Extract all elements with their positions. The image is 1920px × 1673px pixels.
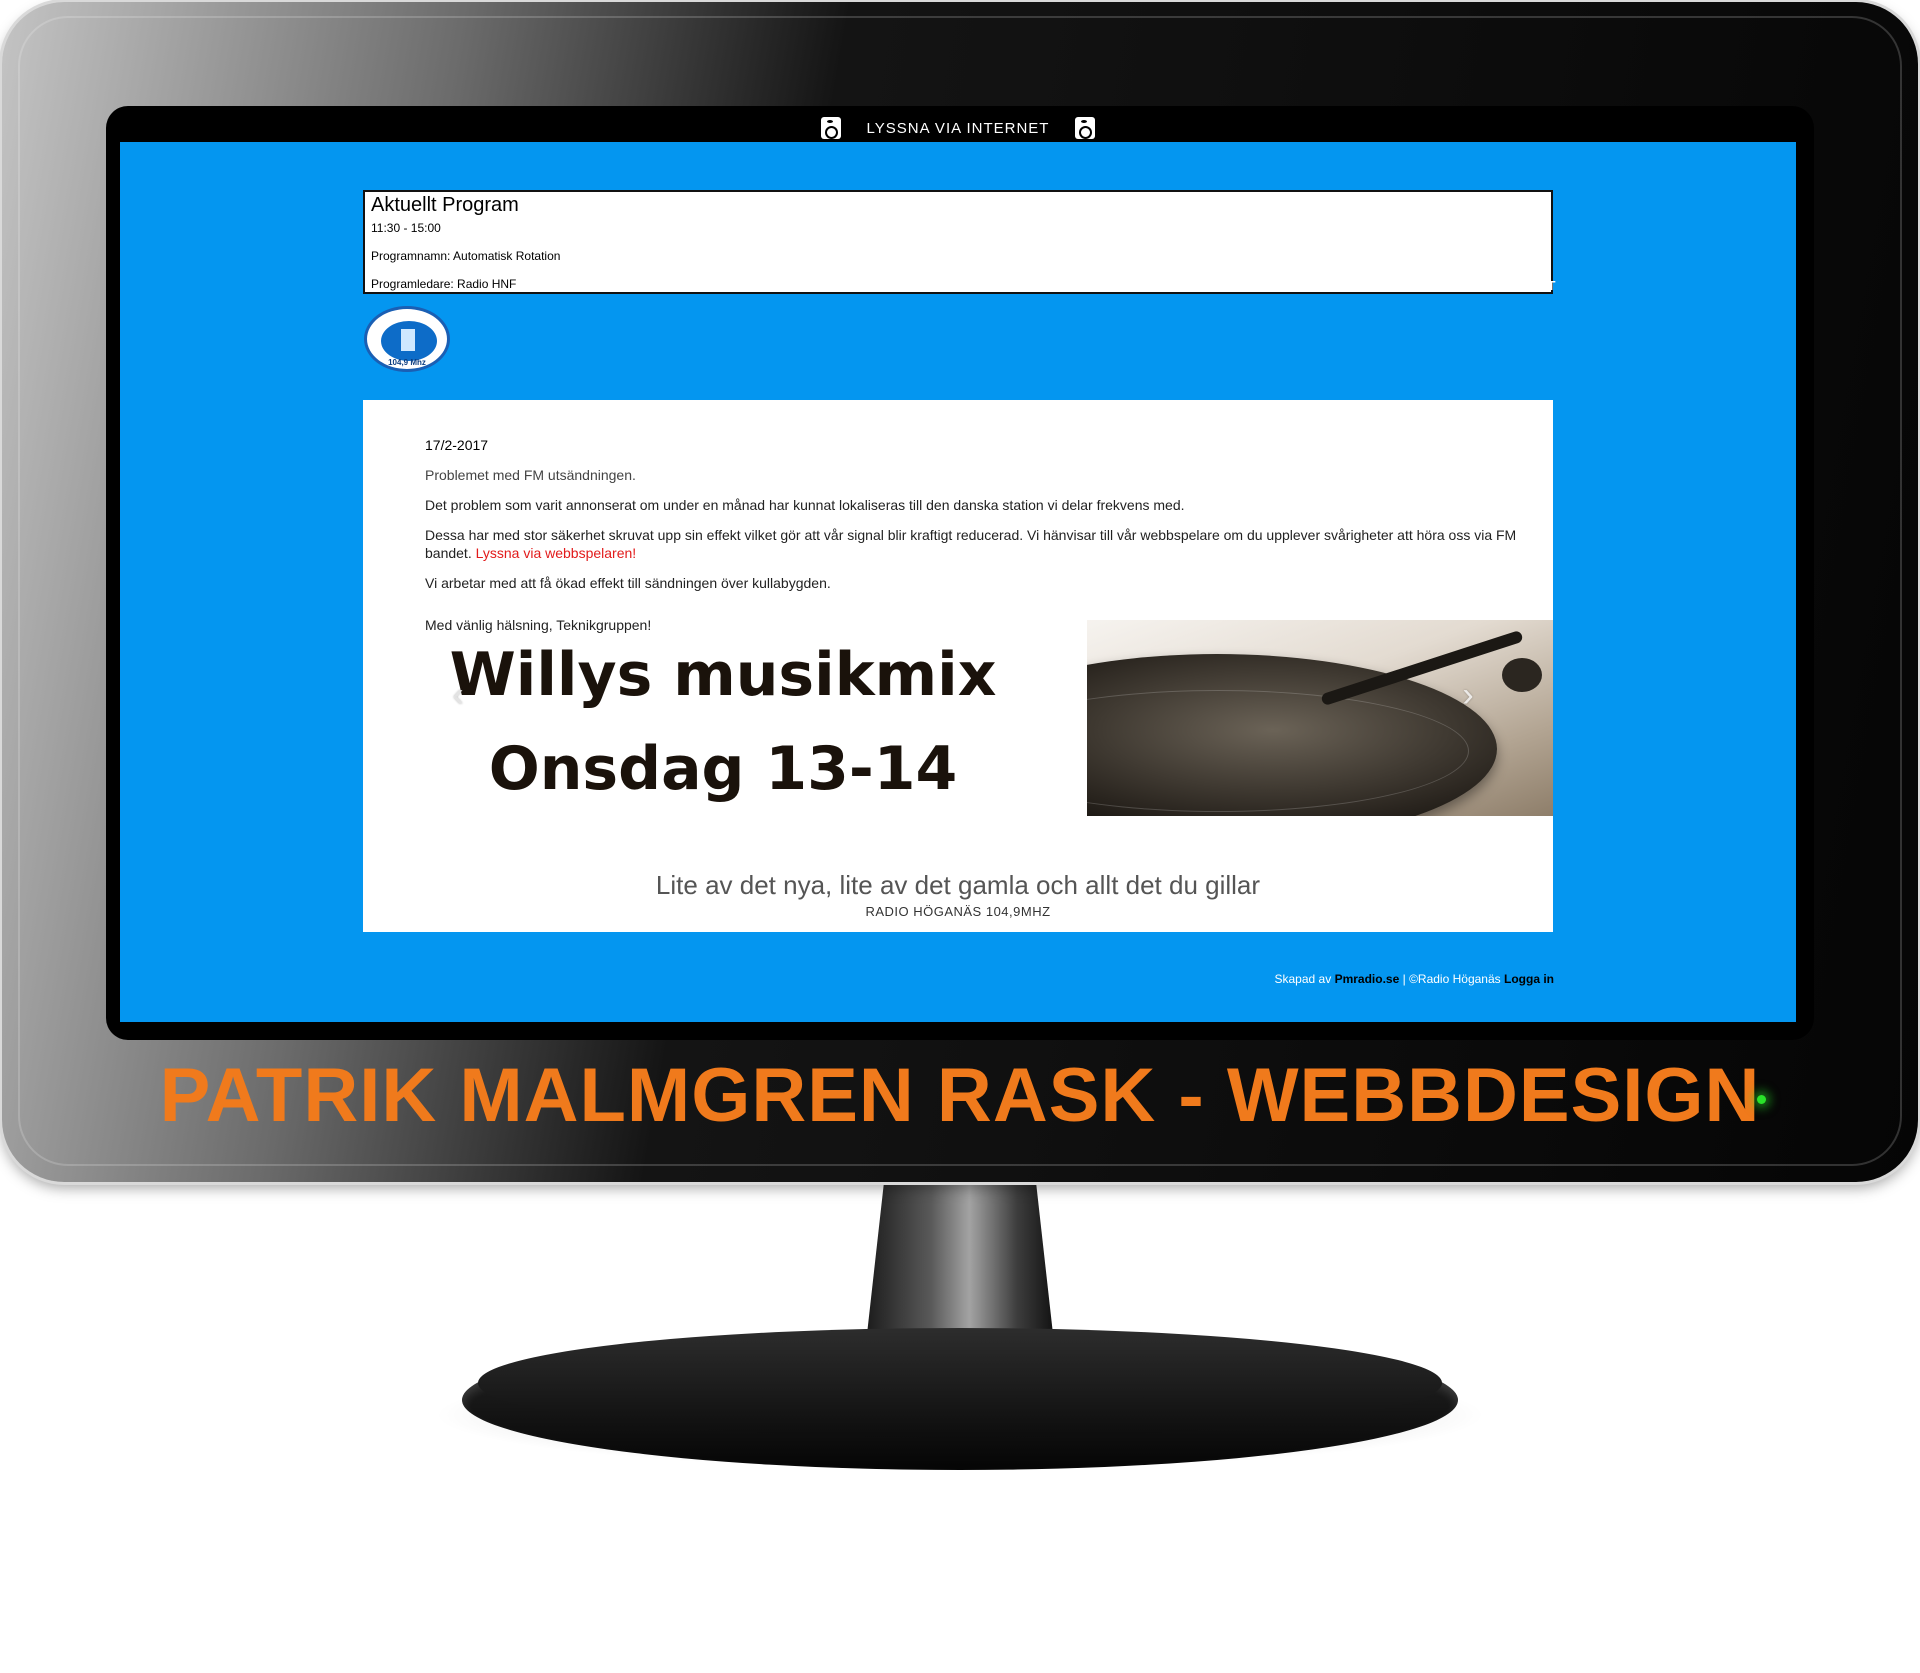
site-footer: Skapad av Pmradio.se | ©Radio Höganäs Lo… bbox=[1275, 972, 1555, 986]
nav-item-om-oss[interactable]: OM OSS » bbox=[1253, 278, 1320, 293]
listen-bar[interactable]: LYSSNA VIA INTERNET bbox=[120, 114, 1796, 142]
monitor-stand-base-top bbox=[478, 1328, 1442, 1438]
tagline: Lite av det nya, lite av det gamla och a… bbox=[655, 870, 1261, 900]
power-led-icon bbox=[1757, 1095, 1766, 1104]
website-screen: LYSSNA VIA INTERNET Aktuellt Program 11:… bbox=[120, 114, 1796, 1022]
post-date: 17/2-2017 bbox=[425, 437, 489, 453]
program-name: Programnamn: Automatisk Rotation bbox=[371, 249, 561, 263]
post-paragraph-1: Det problem som varit annonserat om unde… bbox=[425, 497, 1185, 513]
listen-link[interactable]: LYSSNA VIA INTERNET bbox=[867, 120, 1050, 137]
footer-separator: | bbox=[1402, 972, 1406, 986]
current-program-heading: Aktuellt Program bbox=[371, 194, 519, 216]
slide-line-1: Willys musikmix bbox=[449, 640, 997, 710]
brand-caption: PATRIK MALMGREN RASK - WEBBDESIGN bbox=[159, 1053, 1761, 1138]
site-logo[interactable]: 104,9 Mhz bbox=[364, 306, 450, 372]
chevron-left-icon[interactable]: ‹ bbox=[443, 678, 473, 712]
nav-item-foreningssida[interactable]: FÖRENINGSSIDA » bbox=[1342, 278, 1468, 293]
content-card: 17/2-2017 Problemet med FM utsändningen.… bbox=[363, 400, 1553, 932]
logo-emblem bbox=[379, 319, 439, 363]
post-paragraph-2: Dessa har med stor säkerhet skruvat upp … bbox=[425, 526, 1525, 562]
turntable-image bbox=[1087, 620, 1553, 816]
footer-created-by: Skapad av bbox=[1274, 972, 1332, 986]
news-post: 17/2-2017 Problemet med FM utsändningen.… bbox=[425, 436, 1525, 646]
post-paragraph-3: Vi arbetar med att få ökad effekt till s… bbox=[425, 575, 831, 591]
carousel-slide: Willys musikmix Onsdag 13-14 ‹ › bbox=[363, 620, 1553, 820]
tonearm-base bbox=[1502, 658, 1542, 692]
speaker-icon bbox=[820, 117, 841, 139]
footer-creator-link[interactable]: Pmradio.se bbox=[1335, 972, 1400, 986]
record-groove bbox=[1087, 690, 1469, 812]
vinyl-record bbox=[1087, 654, 1497, 816]
slide-line-2: Onsdag 13-14 bbox=[488, 734, 958, 804]
main-nav: STARTSIDA TABLÅ OM OSS » FÖRENINGSSIDA »… bbox=[1087, 278, 1556, 293]
program-time: 11:30 - 15:00 bbox=[371, 221, 441, 235]
footer-copyright: ©Radio Höganäs bbox=[1409, 972, 1501, 986]
nav-item-kontakt[interactable]: KONTAKT bbox=[1490, 278, 1556, 293]
footer-login-link[interactable]: Logga in bbox=[1504, 972, 1554, 986]
post-title: Problemet med FM utsändningen. bbox=[425, 467, 636, 483]
nav-item-startsida[interactable]: STARTSIDA bbox=[1087, 278, 1163, 293]
tagline-sub: RADIO HÖGANÄS 104,9MHZ bbox=[865, 904, 1051, 919]
webplayer-link[interactable]: Lyssna via webbspelaren! bbox=[476, 545, 637, 561]
logo-frequency: 104,9 Mhz bbox=[388, 358, 426, 367]
speaker-icon bbox=[1075, 117, 1096, 139]
nav-item-tabla[interactable]: TABLÅ bbox=[1185, 278, 1231, 293]
monitor-stand-neck bbox=[865, 1182, 1055, 1352]
tower-icon bbox=[401, 329, 415, 351]
slide-headline: Willys musikmix Onsdag 13-14 bbox=[413, 628, 1033, 816]
chevron-right-icon[interactable]: › bbox=[1453, 678, 1483, 712]
